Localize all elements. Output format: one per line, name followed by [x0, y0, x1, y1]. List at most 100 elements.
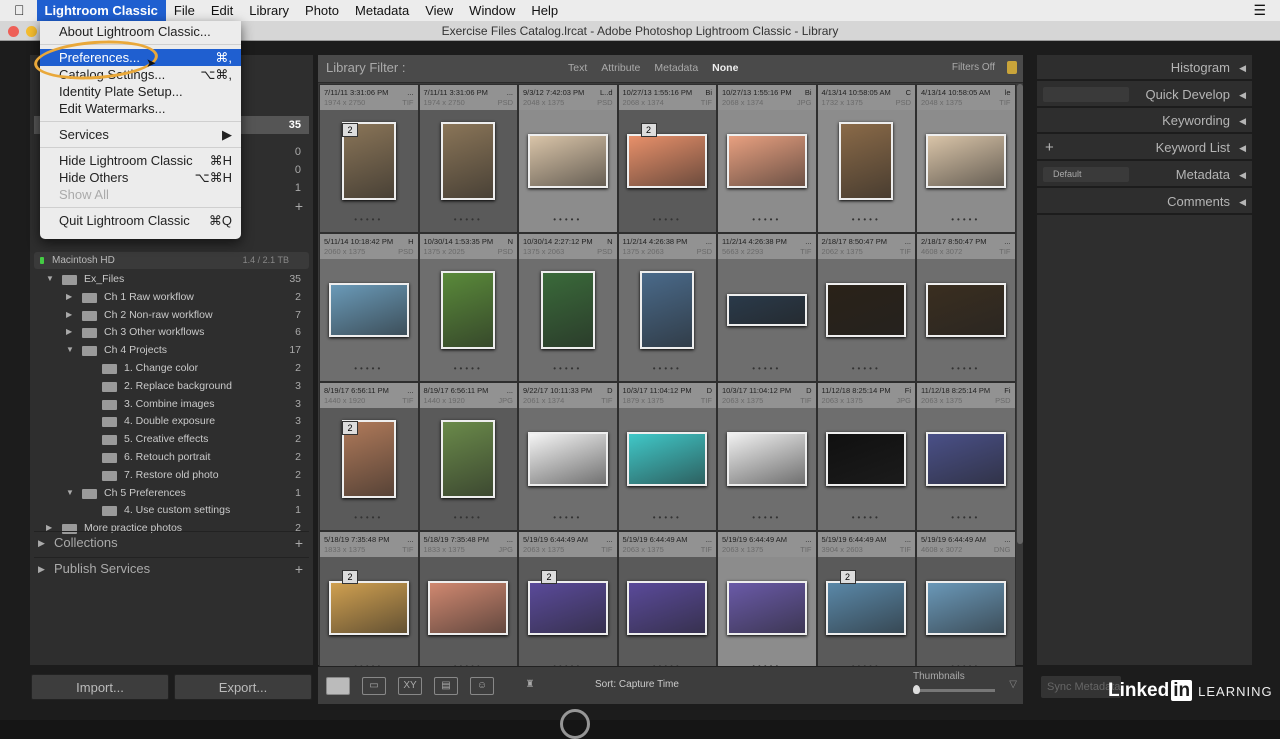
- star-rating[interactable]: •••••: [420, 513, 518, 522]
- star-rating[interactable]: •••••: [320, 215, 418, 224]
- photo-thumbnail[interactable]: [527, 432, 608, 486]
- photo-thumbnail[interactable]: [627, 432, 708, 486]
- folder-item[interactable]: 4. Double exposure 3: [34, 412, 309, 430]
- filter-text[interactable]: Text: [568, 55, 587, 81]
- collections-panel-header[interactable]: ▶ Collections +: [34, 531, 309, 553]
- menu-item-hide-lightroom-classic[interactable]: Hide Lightroom Classic ⌘H: [40, 152, 241, 169]
- compare-view-icon[interactable]: XY: [398, 677, 422, 695]
- filters-off-dropdown[interactable]: Filters Off: [952, 55, 995, 81]
- photo-thumbnail[interactable]: [925, 432, 1006, 486]
- import-button[interactable]: Import...: [31, 674, 169, 700]
- spray-can-icon[interactable]: ♜: [518, 677, 542, 695]
- stack-count-badge[interactable]: 2: [342, 570, 358, 584]
- folder-item[interactable]: ▶ Ch 1 Raw workflow 2: [34, 288, 309, 306]
- grid-view-icon[interactable]: [326, 677, 350, 695]
- photo-thumbnail[interactable]: [826, 581, 907, 635]
- photo-thumbnail[interactable]: [826, 283, 907, 337]
- star-rating[interactable]: •••••: [917, 513, 1015, 522]
- add-publish-service-icon[interactable]: +: [295, 558, 303, 580]
- expand-triangle-icon[interactable]: ▶: [66, 288, 72, 306]
- minimize-window-button[interactable]: [26, 26, 37, 37]
- filter-metadata[interactable]: Metadata: [654, 55, 698, 81]
- photo-thumbnail[interactable]: [627, 581, 708, 635]
- thumbnail-cell[interactable]: 4/13/14 10:58:05 AM C 1732 x 1375 PSD •••••: [816, 84, 916, 233]
- expand-triangle-icon[interactable]: ▶: [66, 306, 72, 324]
- thumbnail-cell[interactable]: 8/19/17 6:56:11 PM... 1440 x 1920 TIF 2 ••••…: [319, 382, 419, 531]
- star-rating[interactable]: •••••: [320, 513, 418, 522]
- photo-thumbnail[interactable]: [441, 122, 496, 200]
- menu-item-hide-others[interactable]: Hide Others ⌥⌘H: [40, 169, 241, 186]
- thumbnail-cell[interactable]: 5/11/14 10:18:42 PM H 2060 x 1375 PSD •••••: [319, 233, 419, 382]
- survey-view-icon[interactable]: ▤: [434, 677, 458, 695]
- collapse-triangle-icon[interactable]: ▼: [66, 484, 74, 502]
- stack-count-badge[interactable]: 2: [839, 570, 856, 584]
- photo-thumbnail[interactable]: [826, 432, 907, 486]
- folder-item[interactable]: ▼ Ch 4 Projects 17: [34, 341, 309, 359]
- menu-file[interactable]: File: [166, 0, 203, 21]
- photo-thumbnail[interactable]: [527, 581, 608, 635]
- photo-thumbnail[interactable]: [726, 294, 807, 326]
- folder-item[interactable]: ▶ Ch 2 Non-raw workflow 7: [34, 306, 309, 324]
- export-button[interactable]: Export...: [174, 674, 312, 700]
- menu-item-identity-plate-setup[interactable]: Identity Plate Setup...: [40, 83, 241, 100]
- thumbnail-cell[interactable]: 10/27/13 1:55:16 PM Bi 2068 x 1374 JPG •••••: [717, 84, 817, 233]
- folder-item[interactable]: 3. Combine images 3: [34, 395, 309, 413]
- collapse-triangle-icon[interactable]: ◀: [1239, 189, 1246, 215]
- thumbnail-cell[interactable]: 11/12/18 8:25:14 PM Fi 2063 x 1375 JPG •••••: [816, 382, 916, 531]
- saved-preset-select[interactable]: [1043, 86, 1129, 102]
- star-rating[interactable]: •••••: [718, 215, 816, 224]
- star-rating[interactable]: •••••: [420, 215, 518, 224]
- folder-item[interactable]: 2. Replace background 3: [34, 377, 309, 395]
- thumbnail-cell[interactable]: 5/18/19 7:35:48 PM...1833 x 1375TIF2••••…: [319, 531, 419, 680]
- collapse-triangle-icon[interactable]: ◀: [1239, 55, 1246, 81]
- folder-item[interactable]: 5. Creative effects 2: [34, 430, 309, 448]
- panel-keyword-list[interactable]: + Keyword List ◀: [1037, 135, 1252, 162]
- star-rating[interactable]: •••••: [718, 364, 816, 373]
- thumbnail-size-slider[interactable]: [915, 689, 995, 692]
- add-keyword-icon[interactable]: +: [1045, 135, 1054, 161]
- folder-item[interactable]: ▶ Ch 3 Other workflows 6: [34, 323, 309, 341]
- people-view-icon[interactable]: ☺: [470, 677, 494, 695]
- panel-keywording[interactable]: Keywording ◀: [1037, 108, 1252, 135]
- panel-metadata[interactable]: Default Metadata ◀: [1037, 162, 1252, 188]
- thumbnail-cell[interactable]: 10/27/13 1:55:16 PM Bi 2068 x 1374 TIF 2 ••••…: [617, 84, 717, 233]
- star-rating[interactable]: •••••: [619, 513, 717, 522]
- star-rating[interactable]: •••••: [619, 364, 717, 373]
- panel-comments[interactable]: Comments ◀: [1037, 189, 1252, 215]
- stack-count-badge[interactable]: 2: [541, 570, 557, 584]
- menu-metadata[interactable]: Metadata: [347, 0, 417, 21]
- thumbnail-cell[interactable]: 2/18/17 8:50:47 PM... 4608 x 3072 TIF •••••: [916, 233, 1016, 382]
- thumbnail-cell[interactable]: 11/2/14 4:26:38 PM... 5663 x 2293 TIF •••••: [717, 233, 817, 382]
- volume-macintosh-hd[interactable]: Macintosh HD 1.4 / 2.1 TB: [34, 252, 309, 269]
- collapse-triangle-icon[interactable]: ◀: [1239, 108, 1246, 134]
- thumbnail-cell[interactable]: 2/18/17 8:50:47 PM... 2062 x 1375 TIF •••••: [816, 233, 916, 382]
- menu-item-edit-watermarks[interactable]: Edit Watermarks...: [40, 100, 241, 117]
- thumbnail-cell[interactable]: 5/19/19 6:44:49 AM...2063 x 1375TIF2••••…: [518, 531, 618, 680]
- star-rating[interactable]: •••••: [917, 215, 1015, 224]
- folder-item[interactable]: 6. Retouch portrait 2: [34, 448, 309, 466]
- star-rating[interactable]: •••••: [420, 364, 518, 373]
- star-rating[interactable]: •••••: [718, 513, 816, 522]
- photo-thumbnail[interactable]: [640, 271, 695, 349]
- photo-thumbnail[interactable]: [726, 581, 807, 635]
- stack-count-badge[interactable]: 2: [640, 123, 657, 137]
- photo-thumbnail[interactable]: [839, 122, 894, 200]
- star-rating[interactable]: •••••: [519, 513, 617, 522]
- collapse-triangle-icon[interactable]: ◀: [1239, 162, 1246, 188]
- folder-item[interactable]: 7. Restore old photo 2: [34, 466, 309, 484]
- thumbnail-size-slider-knob[interactable]: [913, 685, 920, 694]
- thumbnail-cell[interactable]: 7/11/11 3:31:06 PM... 1974 x 2750 PSD •••••: [418, 84, 518, 233]
- thumbnail-cell[interactable]: 7/11/11 3:31:06 PM... 1974 x 2750 TIF 2 ••••…: [319, 84, 419, 233]
- close-window-button[interactable]: [8, 26, 19, 37]
- folder-item[interactable]: ▼ Ex_Files 35: [34, 270, 309, 288]
- menu-edit[interactable]: Edit: [203, 0, 241, 21]
- thumbnail-cell[interactable]: 9/3/12 7:42:03 PM L..d 2048 x 1375 PSD •••••: [518, 84, 618, 233]
- thumbnail-cell[interactable]: 5/19/19 6:44:49 AM...4608 x 3072DNG•••••: [916, 531, 1016, 680]
- thumbnail-cell[interactable]: 10/3/17 11:04:12 PM D 2063 x 1375 TIF •••••: [717, 382, 817, 531]
- star-rating[interactable]: •••••: [818, 513, 916, 522]
- add-collection-icon[interactable]: +: [295, 532, 303, 554]
- stack-count-badge[interactable]: 2: [342, 123, 358, 137]
- photo-thumbnail[interactable]: [925, 283, 1006, 337]
- star-rating[interactable]: •••••: [320, 364, 418, 373]
- filter-none[interactable]: None: [712, 55, 738, 81]
